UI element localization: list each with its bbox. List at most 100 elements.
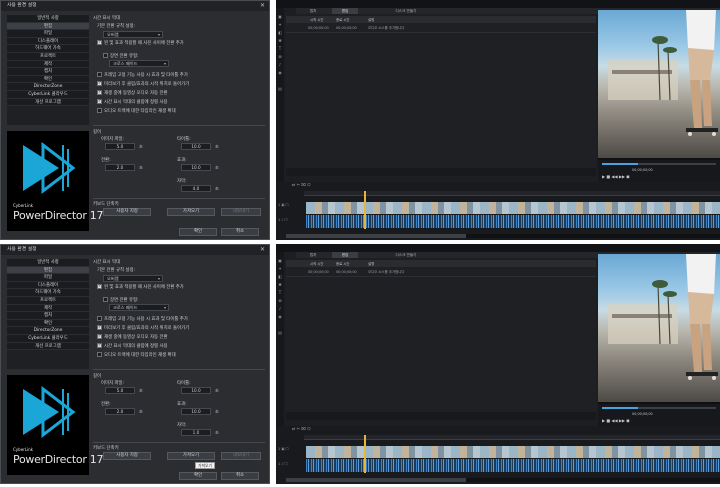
menu-item[interactable]: 일반적 사항 (7, 259, 89, 267)
timeline-ruler[interactable] (304, 191, 720, 196)
mode-tab[interactable]: 캡처 (300, 252, 326, 258)
mode-tab[interactable]: 편집 (332, 8, 358, 14)
timeline-tool-icons[interactable]: ⇄ ✂ ⌧ ⌬ (292, 426, 311, 432)
mode-tab[interactable]: 캡처 (300, 8, 326, 14)
menu-item[interactable]: 제작 (7, 304, 89, 313)
subtitle-room-icon[interactable]: ▤ (277, 86, 283, 91)
menu-item[interactable]: 디스플레이 (7, 37, 89, 46)
checkbox[interactable] (97, 90, 102, 95)
cancel-button[interactable]: 취소 (221, 472, 259, 480)
table-row[interactable]: 00;00;00;00 00;00;00;00 오디오 소스를 추가합니다 (286, 268, 596, 277)
default-transition-select[interactable]: 오버랩 (103, 31, 163, 38)
effect-room-icon[interactable]: ✦ (277, 266, 283, 271)
timeline-tool-icons[interactable]: ⇄ ✂ ⌧ ⌬ (292, 182, 311, 188)
menu-item[interactable]: DirectorZone (7, 83, 89, 91)
timeline-scrollbar[interactable] (286, 234, 720, 238)
menu-item[interactable]: 캡처 (7, 68, 89, 76)
import-button[interactable]: 가져오기 (167, 208, 215, 216)
checkbox[interactable] (97, 352, 102, 357)
menu-item[interactable]: 제작 (7, 60, 89, 69)
menu-item[interactable]: 개선 프로그램 (7, 98, 89, 107)
duration-input[interactable]: 5.0 (105, 143, 135, 150)
menu-item[interactable]: 편집 (7, 266, 89, 275)
duration-input[interactable]: 2.0 (105, 408, 135, 415)
pip-room-icon[interactable]: ◧ (277, 30, 283, 35)
menu-item[interactable]: 프로젝트 (7, 52, 89, 61)
menu-item[interactable]: 확인 (7, 75, 89, 84)
video-clip[interactable] (306, 446, 720, 458)
close-icon[interactable]: ✕ (260, 1, 265, 11)
checkbox[interactable] (97, 325, 102, 330)
menu-item[interactable]: 확인 (7, 319, 89, 328)
timeline-scrollbar[interactable] (286, 478, 720, 482)
particle-room-icon[interactable]: ✱ (277, 38, 283, 43)
checkbox[interactable] (103, 53, 108, 58)
import-button[interactable]: 가져오기 (167, 452, 215, 460)
duration-input[interactable]: 10.0 (181, 143, 211, 150)
checkbox[interactable] (97, 334, 102, 339)
menu-item[interactable]: 파일 (7, 274, 89, 282)
audio-clip[interactable] (306, 215, 720, 228)
transition-room-icon[interactable]: ⊠ (277, 54, 283, 59)
particle-room-icon[interactable]: ✱ (277, 282, 283, 287)
playhead[interactable] (364, 435, 366, 473)
chapter-room-icon[interactable]: ◉ (277, 70, 283, 75)
menu-item[interactable]: CyberLink 클라우드 (7, 334, 89, 343)
duration-input[interactable]: 5.0 (105, 387, 135, 394)
ok-button[interactable]: 확인 (179, 228, 217, 236)
transition-room-icon[interactable]: ⊠ (277, 298, 283, 303)
duration-input[interactable]: 10.0 (181, 408, 211, 415)
checkbox[interactable] (97, 108, 102, 113)
timeline-ruler[interactable] (304, 435, 720, 440)
menu-item[interactable]: 편집 (7, 22, 89, 31)
pip-room-icon[interactable]: ◧ (277, 274, 283, 279)
duration-input[interactable]: 10.0 (181, 387, 211, 394)
title-room-icon[interactable]: T (277, 290, 283, 295)
user-set-button[interactable]: 사용자 지정 (103, 208, 151, 216)
video-clip[interactable] (306, 202, 720, 214)
scrollbar-thumb[interactable] (286, 478, 466, 482)
audio-room-icon[interactable]: ♪ (277, 306, 283, 311)
menu-item[interactable]: 하드웨어 가속 (7, 45, 89, 53)
menu-item[interactable]: 일반적 사항 (7, 15, 89, 23)
export-button[interactable]: 내보내기 (221, 452, 261, 460)
checkbox[interactable] (97, 72, 102, 77)
duration-input[interactable]: 1.0 (181, 429, 211, 436)
mode-tab[interactable]: 편집 (332, 252, 358, 258)
audio-room-icon[interactable]: ♪ (277, 62, 283, 67)
transition-type-select[interactable]: 크로스 페이드 (109, 60, 169, 67)
checkbox[interactable] (97, 284, 102, 289)
close-icon[interactable]: ✕ (260, 245, 265, 255)
duration-input[interactable]: 10.0 (181, 164, 211, 171)
menu-item[interactable]: 프로젝트 (7, 296, 89, 305)
playhead[interactable] (364, 191, 366, 229)
checkbox[interactable] (97, 40, 102, 45)
scrollbar-thumb[interactable] (286, 234, 466, 238)
menu-item[interactable]: 캡처 (7, 312, 89, 320)
title-room-icon[interactable]: T (277, 46, 283, 51)
mode-tab[interactable]: 디스크 만들기 (386, 8, 426, 14)
checkbox[interactable] (103, 297, 108, 302)
default-transition-select[interactable]: 오버랩 (103, 275, 163, 282)
media-room-icon[interactable]: ▣ (277, 14, 283, 19)
export-button[interactable]: 내보내기 (221, 208, 261, 216)
subtitle-room-icon[interactable]: ▤ (277, 330, 283, 335)
checkbox[interactable] (97, 99, 102, 104)
effect-room-icon[interactable]: ✦ (277, 22, 283, 27)
play-controls[interactable]: ▶ ■ ◀◀ ▶▶ ◼ (602, 174, 630, 180)
menu-item[interactable]: CyberLink 클라우드 (7, 90, 89, 99)
duration-input[interactable]: 4.0 (181, 185, 211, 192)
checkbox[interactable] (97, 316, 102, 321)
menu-item[interactable]: 하드웨어 가속 (7, 289, 89, 297)
mode-tab[interactable]: 디스크 만들기 (386, 252, 426, 258)
checkbox[interactable] (97, 81, 102, 86)
duration-input[interactable]: 2.0 (105, 164, 135, 171)
table-row[interactable]: 00;00;00;00 00;00;00;00 오디오 소스를 추가합니다 (286, 24, 596, 33)
cancel-button[interactable]: 취소 (221, 228, 259, 236)
transition-type-select[interactable]: 크로스 페이드 (109, 304, 169, 311)
user-set-button[interactable]: 사용자 지정 (103, 452, 151, 460)
checkbox[interactable] (97, 343, 102, 348)
chapter-room-icon[interactable]: ◉ (277, 314, 283, 319)
audio-clip[interactable] (306, 459, 720, 472)
media-room-icon[interactable]: ▣ (277, 258, 283, 263)
